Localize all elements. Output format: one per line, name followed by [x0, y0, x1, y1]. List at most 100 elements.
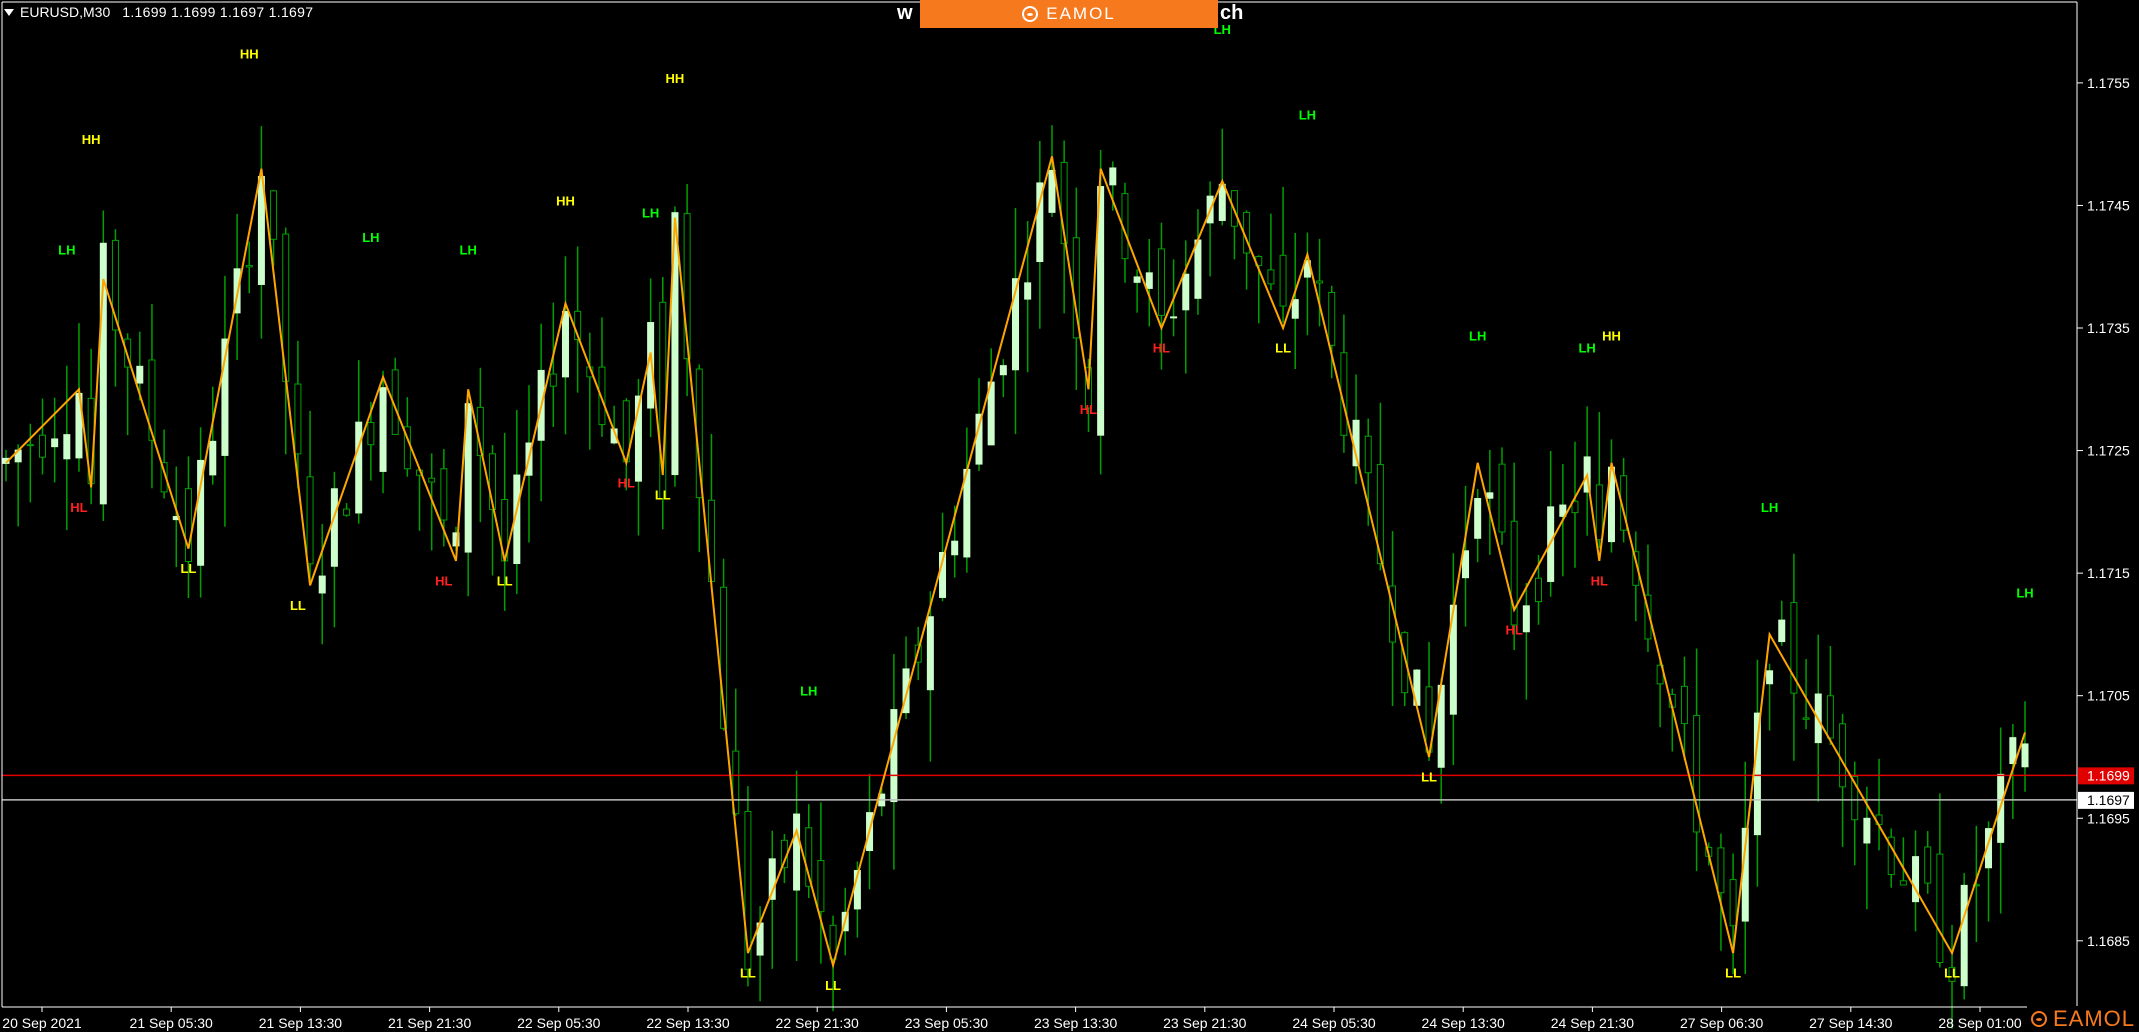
candle-body — [1328, 291, 1336, 346]
candle-body — [1157, 248, 1165, 316]
candle-body — [1316, 280, 1324, 284]
x-tick-label: 21 Sep 21:30 — [388, 1015, 472, 1031]
candle-body — [270, 190, 278, 240]
candle-body — [561, 310, 569, 378]
candle-body — [1522, 605, 1530, 633]
swing-label-hl: HL — [435, 573, 452, 588]
x-tick-label: 28 Sep 01:00 — [1938, 1015, 2022, 1031]
x-tick-label: 22 Sep 13:30 — [646, 1015, 730, 1031]
candle-body — [1486, 492, 1494, 499]
candle-body — [330, 488, 338, 567]
watermark-left: w — [897, 2, 913, 24]
swing-label-hh: HH — [82, 132, 101, 147]
candle-body — [318, 575, 326, 594]
swing-label-hh: HH — [240, 46, 259, 61]
swing-labels-layer: LH HH HL LL HH LL LH HL LH LL HH HL LL LH HH LH LL LL HL HL… — [58, 22, 2034, 993]
swing-label-ll: LL — [1944, 966, 1960, 981]
candle-body — [1267, 269, 1275, 285]
swing-label-ll: LL — [1725, 966, 1741, 981]
x-tick-label: 24 Sep 21:30 — [1551, 1015, 1635, 1031]
x-tick-label: 22 Sep 05:30 — [517, 1015, 601, 1031]
swing-label-ll: LL — [1275, 341, 1291, 356]
candle-body — [1717, 847, 1725, 894]
candle-body — [1863, 817, 1871, 844]
y-tick-label: 1.1715 — [2087, 565, 2130, 581]
candle-body — [1924, 846, 1932, 884]
brand-banner: EAMOL — [920, 0, 1218, 28]
candle-body — [1291, 299, 1299, 319]
swing-label-ll: LL — [290, 598, 306, 613]
candle-body — [1778, 619, 1786, 643]
candle-body — [294, 383, 302, 455]
dropdown-triangle-icon[interactable] — [4, 8, 14, 16]
swing-label-lh: LH — [2016, 586, 2033, 601]
swing-label-hl: HL — [618, 475, 635, 490]
x-tick-label: 27 Sep 06:30 — [1680, 1015, 1764, 1031]
candle-body — [2009, 737, 2017, 765]
candle-body — [440, 468, 448, 521]
swing-label-hh: HH — [666, 71, 685, 86]
axes-layer: 1.1755 1.1745 1.1735 1.1725 1.1715 1.1705 1.16… — [1, 1, 2134, 1031]
candle-body — [1595, 484, 1603, 541]
candle-body — [1109, 167, 1117, 186]
candle-body — [1729, 879, 1737, 927]
x-tick-label: 20 Sep 2021 — [2, 1015, 82, 1031]
candle-body — [245, 264, 253, 268]
ask-price-tag-label: 1.1697 — [2087, 792, 2130, 808]
y-tick-label: 1.1755 — [2087, 75, 2130, 91]
swing-label-ll: LL — [655, 488, 671, 503]
swing-label-hl: HL — [1153, 341, 1170, 356]
swing-label-lh: LH — [460, 242, 477, 257]
symbol-bar[interactable]: EURUSD,M30 1.1699 1.1699 1.1697 1.1697 — [4, 4, 313, 20]
x-tick-label: 24 Sep 05:30 — [1292, 1015, 1376, 1031]
candle-body — [2021, 743, 2029, 768]
swing-label-lh: LH — [1761, 500, 1778, 515]
swing-label-lh: LH — [1299, 108, 1316, 123]
candle-body — [209, 440, 217, 476]
candle-body — [38, 434, 46, 458]
candle-body — [63, 434, 71, 460]
price-chart[interactable]: LH HH HL LL HH LL LH HL LH LL HH HL LL LH HH LH LL LL HL HL… — [0, 0, 2139, 1032]
swing-label-hl: HL — [1505, 622, 1522, 637]
swing-label-hl: HL — [1080, 402, 1097, 417]
candle-body — [1498, 463, 1506, 533]
candle-body — [1170, 316, 1178, 319]
corner-logo-text: EAMOL — [2052, 1006, 2136, 1031]
x-tick-label: 22 Sep 21:30 — [776, 1015, 860, 1031]
candle-body — [1474, 498, 1482, 539]
x-tick-label: 27 Sep 14:30 — [1809, 1015, 1893, 1031]
eamol-logo-icon — [1022, 6, 1039, 22]
candle-body — [367, 422, 375, 446]
candle-body — [136, 365, 144, 384]
swing-label-ll: LL — [497, 573, 513, 588]
swing-label-ll: LL — [740, 966, 756, 981]
candle-body — [355, 421, 363, 514]
swing-label-hh: HH — [1602, 328, 1621, 343]
y-tick-label: 1.1695 — [2087, 810, 2130, 826]
candle-body — [1364, 435, 1372, 474]
swing-label-lh: LH — [800, 684, 817, 699]
banner-logo-text: EAMOL — [1046, 4, 1116, 23]
candle-body — [1048, 169, 1056, 213]
candle-body — [1839, 723, 1847, 788]
x-tick-label: 21 Sep 13:30 — [259, 1015, 343, 1031]
y-tick-label: 1.1725 — [2087, 443, 2130, 459]
candle-body — [1936, 853, 1944, 963]
candle-body — [1279, 254, 1287, 307]
candle-body — [951, 540, 959, 556]
swing-label-lh: LH — [642, 206, 659, 221]
candle-body — [1218, 183, 1226, 221]
quote-values: 1.1699 1.1699 1.1697 1.1697 — [122, 4, 314, 20]
candle-body — [1534, 577, 1542, 603]
swing-label-hh: HH — [556, 193, 575, 208]
swing-label-lh: LH — [1469, 328, 1486, 343]
y-tick-label: 1.1745 — [2087, 197, 2130, 213]
y-tick-label: 1.1685 — [2087, 933, 2130, 949]
swing-label-lh: LH — [362, 230, 379, 245]
candle-body — [184, 488, 192, 562]
candle-body — [1680, 685, 1688, 725]
candle-body — [1766, 670, 1774, 685]
candle-body — [26, 444, 34, 447]
candle-body — [1024, 282, 1032, 300]
candle-body — [1826, 695, 1834, 739]
